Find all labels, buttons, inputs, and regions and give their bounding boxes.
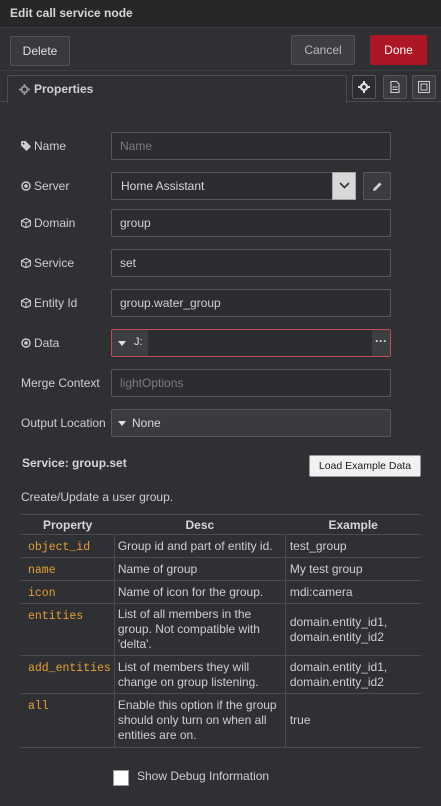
param-desc: List of all members in the group. Not co…	[113, 603, 286, 656]
table-row: all Enable this option if the group shou…	[21, 693, 421, 748]
param-name: name	[21, 557, 115, 581]
service-title: Service: group.set	[22, 456, 127, 470]
param-example: mdi:camera	[285, 580, 421, 604]
file-icon	[390, 81, 400, 93]
merge-context-input[interactable]: lightOptions	[111, 369, 391, 397]
done-button[interactable]: Done	[370, 35, 427, 65]
param-example: test_group	[285, 534, 421, 558]
delete-button[interactable]: Delete	[10, 36, 70, 66]
param-example: domain.entity_id1, domain.entity_id2	[285, 603, 421, 656]
service-label: Service	[20, 256, 74, 270]
layout-icon	[418, 81, 430, 93]
debug-checkbox[interactable]	[113, 770, 129, 786]
gear-icon	[19, 84, 30, 95]
gear-icon	[358, 81, 370, 93]
expand-editor-button[interactable]: ···	[372, 330, 390, 356]
tab-bar: Properties	[0, 71, 441, 103]
appearance-tab-button[interactable]	[412, 75, 436, 99]
cancel-button[interactable]: Cancel	[291, 35, 355, 65]
dialog-title: Edit call service node	[10, 6, 133, 20]
table-row: object_id Group id and part of entity id…	[21, 534, 421, 558]
server-label: Server	[21, 179, 69, 193]
param-desc: Name of group	[113, 557, 286, 581]
name-input[interactable]: Name	[111, 132, 391, 160]
param-desc: Name of icon for the group.	[113, 580, 286, 604]
output-location-value: None	[132, 416, 161, 430]
description-tab-button[interactable]	[383, 75, 407, 99]
data-type-select[interactable]: J:	[112, 330, 148, 356]
table-row: icon Name of icon for the group. mdi:cam…	[21, 580, 421, 604]
data-label: Data	[21, 336, 59, 350]
entity-id-label: Entity Id	[20, 296, 77, 310]
column-header: Example	[285, 514, 421, 535]
dot-circle-icon	[21, 338, 31, 348]
param-name: icon	[21, 580, 115, 604]
tab-properties-label: Properties	[34, 82, 94, 96]
table-row: add_entities List of members they will c…	[21, 655, 421, 694]
debug-label: Show Debug Information	[137, 769, 270, 783]
dot-circle-icon	[21, 181, 31, 191]
param-desc: Group id and part of entity id.	[113, 534, 286, 558]
param-name: add_entities	[21, 655, 115, 694]
table-row: name Name of group My test group	[21, 557, 421, 581]
domain-input[interactable]: group	[111, 209, 391, 237]
cube-icon	[20, 217, 32, 229]
dialog-title-bar: Edit call service node	[0, 0, 441, 28]
caret-down-icon	[118, 421, 126, 426]
param-example: true	[285, 693, 421, 748]
output-location-label: Output Location	[21, 416, 106, 430]
service-input[interactable]: set	[111, 249, 391, 277]
output-location-select[interactable]: None	[111, 409, 391, 437]
param-name: object_id	[21, 534, 115, 558]
cube-icon	[20, 297, 32, 309]
param-example: My test group	[285, 557, 421, 581]
name-label: Name	[21, 139, 66, 153]
tag-icon	[21, 141, 31, 151]
action-bar: Delete Cancel Done	[0, 28, 441, 71]
service-description: Create/Update a user group.	[21, 490, 174, 504]
server-dropdown-button[interactable]	[332, 172, 356, 200]
param-desc: Enable this option if the group should o…	[113, 693, 286, 748]
server-select[interactable]: Home Assistant	[111, 172, 356, 200]
data-type-label: J:	[134, 336, 143, 348]
cube-icon	[20, 257, 32, 269]
settings-tab-button[interactable]	[352, 75, 376, 99]
tab-properties[interactable]: Properties	[7, 75, 347, 103]
domain-label: Domain	[20, 216, 75, 230]
service-params-table: Property Desc Example object_id Group id…	[21, 514, 421, 748]
param-example: domain.entity_id1, domain.entity_id2	[285, 655, 421, 694]
table-row: entities List of all members in the grou…	[21, 603, 421, 656]
column-header: Desc	[114, 514, 286, 535]
caret-down-icon	[118, 341, 126, 346]
param-desc: List of members they will change on grou…	[113, 655, 286, 694]
chevron-down-icon	[339, 182, 350, 189]
param-name: entities	[21, 603, 115, 656]
pencil-icon	[373, 182, 382, 191]
param-name: all	[21, 693, 115, 748]
entity-id-input[interactable]: group.water_group	[111, 289, 391, 317]
edit-server-button[interactable]	[363, 172, 391, 200]
load-example-data-button[interactable]: Load Example Data	[309, 455, 421, 477]
merge-context-label: Merge Context	[21, 376, 100, 390]
column-header: Property	[21, 514, 115, 535]
data-input[interactable]: J: ···	[111, 329, 391, 357]
